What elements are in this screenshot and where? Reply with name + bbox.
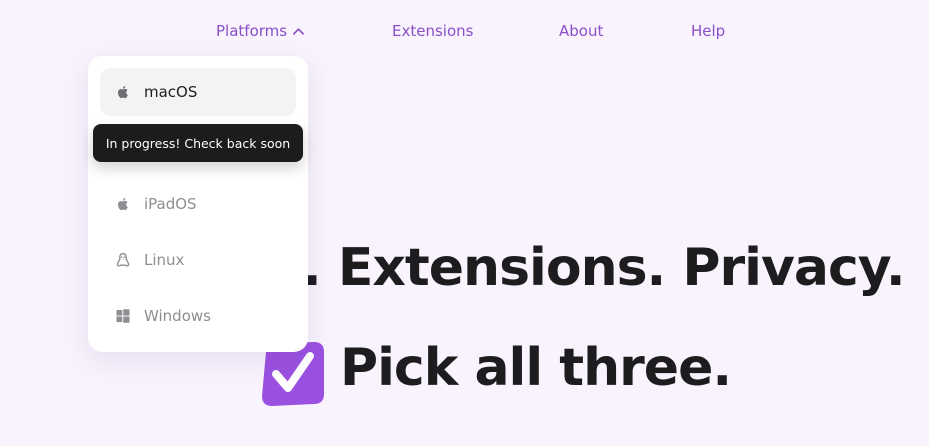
- nav-help-label: Help: [691, 22, 726, 40]
- dropdown-item-label: iPadOS: [144, 195, 197, 213]
- dropdown-item-label: Linux: [144, 251, 185, 269]
- nav-platforms-label: Platforms: [216, 22, 288, 40]
- windows-icon: [116, 309, 130, 323]
- nav-about[interactable]: About: [559, 22, 603, 40]
- hero-headline-line1: . Extensions. Privacy.: [302, 238, 906, 298]
- nav-extensions[interactable]: Extensions: [392, 22, 473, 40]
- dropdown-item-windows[interactable]: Windows: [100, 292, 296, 340]
- dropdown-item-macos[interactable]: macOS: [100, 68, 296, 116]
- nav-about-label: About: [559, 22, 604, 40]
- hero-headline-line2: Pick all three.: [340, 338, 732, 398]
- in-progress-tooltip: In progress! Check back soon: [93, 124, 303, 162]
- platforms-dropdown: macOS iPadOS Linux Windows: [88, 56, 308, 352]
- nav-extensions-label: Extensions: [392, 22, 474, 40]
- dropdown-item-label: macOS: [144, 83, 198, 101]
- dropdown-item-linux[interactable]: Linux: [100, 236, 296, 284]
- dropdown-item-ipados[interactable]: iPadOS: [100, 180, 296, 228]
- chevron-up-icon: [293, 27, 305, 35]
- linux-penguin-icon: [116, 252, 130, 267]
- nav-help[interactable]: Help: [691, 22, 725, 40]
- dropdown-item-label: Windows: [144, 307, 211, 325]
- apple-icon: [117, 198, 128, 211]
- nav-platforms[interactable]: Platforms: [216, 22, 305, 40]
- apple-icon: [117, 86, 128, 99]
